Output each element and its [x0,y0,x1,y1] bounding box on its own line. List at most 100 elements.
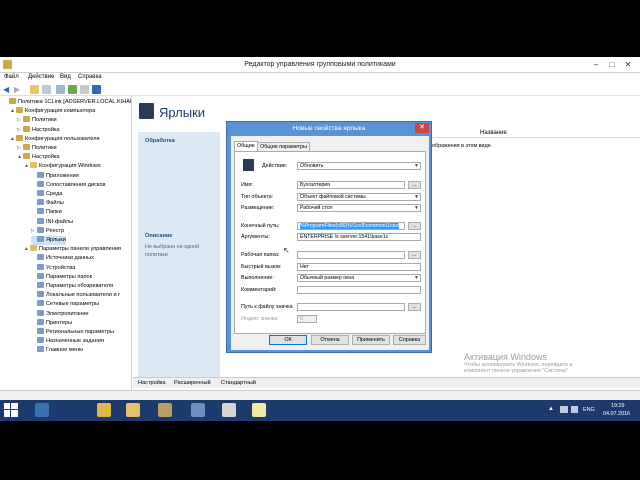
target-path-field[interactable]: %ProgramFiles(x86)%\1cv8\common\1cest [297,222,405,230]
comment-field[interactable] [297,286,421,294]
tree-node-icon [37,328,44,334]
start-in-browse-button[interactable]: ... [408,251,421,259]
tree-item[interactable]: Ярлыки [31,236,66,245]
action-select[interactable]: Обновить ▼ [297,162,421,170]
target-type-select[interactable]: Объект файловой системы ▼ [297,193,421,201]
chevron-down-icon: ▼ [414,163,419,169]
close-button[interactable]: ✕ [622,59,634,70]
tree-item[interactable]: ▷ Реестр [31,226,64,236]
taskbar-server-icon[interactable] [191,403,205,417]
menu-file[interactable]: Файл [4,74,19,80]
tree-item[interactable]: Электропитание [31,309,89,319]
tab-settings[interactable]: Настройка [138,380,166,386]
dialog-close-button[interactable]: ✕ [415,123,429,133]
volume-icon[interactable] [571,406,578,413]
tree-node-icon [37,346,44,353]
tree-item[interactable]: ▲ Конфигурация компьютера [10,107,95,116]
tab-standard[interactable]: Стандартный [221,380,256,386]
tree-item[interactable]: Файлы [31,199,64,208]
name-field[interactable]: Бухгалтерия [297,181,405,189]
taskbar-explorer-icon[interactable] [35,403,49,417]
cancel-button[interactable]: Отмена [311,335,349,345]
tree-item[interactable]: ▲ Параметры панели управления [24,245,121,254]
input-language[interactable]: ENG [583,407,595,413]
tree-item[interactable]: Источники данных [31,254,94,263]
export-icon[interactable] [80,85,89,94]
refresh-icon[interactable] [68,85,77,94]
location-label: Размещение: [241,205,275,211]
tree-item[interactable]: INI-файлы [31,217,73,227]
tree-item[interactable]: Параметры папок [31,272,92,282]
apply-button[interactable]: Применить [352,335,390,345]
show-hide-tree-icon[interactable] [42,85,51,94]
tree-item-label: Настройка [32,126,60,133]
tab-general[interactable]: Общие [234,141,258,151]
tab-common[interactable]: Общие параметры [257,142,311,151]
tree-item-label: Ярлыки [46,237,66,243]
tree-item[interactable]: Сетевые параметры [31,300,99,309]
tree-item[interactable]: Параметры обозревателя [31,282,113,291]
column-name[interactable]: Название [480,130,507,136]
taskbar-gpo-icon[interactable] [158,403,172,417]
tree-node-icon [37,318,44,325]
tray-arrow-icon[interactable]: ▲ [548,406,554,412]
tree-item[interactable]: ▲ Конфигурация Windows [24,162,101,171]
tree-item[interactable]: Приложения [31,171,79,181]
name-browse-button[interactable]: ... [408,181,421,189]
maximize-button[interactable]: □ [606,59,618,70]
clock-time[interactable]: 19:29 [611,403,625,409]
tree-item[interactable]: ▲ Конфигурация пользователя [10,134,100,144]
tree-item-label: Источники данных [46,255,94,262]
taskbar-notes-icon[interactable] [252,403,266,417]
chevron-down-icon: ▼ [414,194,419,200]
forward-icon[interactable]: ▶ [14,85,23,94]
tree-item[interactable]: Назначенные задания [31,337,104,346]
clock-date[interactable]: 04.07.2016 [603,411,630,417]
tree-item[interactable]: Среда [31,190,63,199]
tab-extended[interactable]: Расширенный [174,380,211,386]
tree-item[interactable]: Главное меню [31,346,83,355]
tree-item[interactable]: Сопоставления дисков [31,180,106,190]
start-in-field[interactable] [297,251,405,259]
column-header[interactable]: Название [430,128,640,138]
menu-help[interactable]: Справка [78,74,102,80]
tree-item[interactable]: ▷ Настройка [17,125,60,135]
minimize-button[interactable]: ‒ [590,59,602,70]
help-button[interactable]: Справка [393,335,426,345]
taskbar-folder-icon[interactable] [97,403,111,417]
tree-item[interactable]: ▷ Политики [17,116,57,125]
new-icon[interactable] [56,85,65,94]
tree-item[interactable]: Папки [31,208,62,217]
tree-item[interactable]: Политика 1CLink [ADSERVER.LOCAL.KIHAI [3,98,131,107]
location-select[interactable]: Рабочий стол ▼ [297,204,421,212]
tree-item[interactable]: ▷ Политики [17,144,57,153]
network-icon[interactable] [560,406,568,413]
ok-button[interactable]: ОК [269,335,307,345]
up-folder-icon[interactable] [30,85,39,94]
target-path-browse-button[interactable]: ... [408,222,421,230]
start-button[interactable] [4,403,18,417]
tree-item[interactable]: Региональные параметры [31,328,114,337]
tree-item[interactable]: Устройства [31,263,75,273]
description-text-2: политики [145,252,168,258]
tree-node-icon [23,144,30,150]
menu-view[interactable]: Вид [60,74,71,80]
taskbar-app-icon[interactable] [126,403,140,417]
tree-item[interactable]: Локальные пользователи и г [31,291,120,300]
back-icon[interactable]: ◀ [3,85,12,94]
menu-action[interactable]: Действие [28,74,54,80]
icon-path-browse-button[interactable]: ... [408,303,421,311]
run-select[interactable]: Обычный размер окна ▼ [297,274,421,282]
taskbar-editor-icon[interactable] [222,403,236,417]
arguments-field[interactable]: ENTERPRISE /s sserver:1541\base1c [297,233,421,241]
tree-item-label: Сопоставления дисков [46,181,106,188]
chevron-down-icon: ▼ [414,275,419,281]
icon-path-field[interactable] [297,303,405,311]
tree-item[interactable]: Принтеры [31,318,72,328]
shortcut-key-field[interactable]: Нет [297,263,421,271]
help-icon[interactable] [92,85,101,94]
tree-item[interactable]: ▲ Настройка [17,153,60,162]
tree-node-icon [16,134,23,141]
icon-index-field: 0 [297,315,317,323]
description-text-1: Не выбрано ни одной [145,244,200,250]
